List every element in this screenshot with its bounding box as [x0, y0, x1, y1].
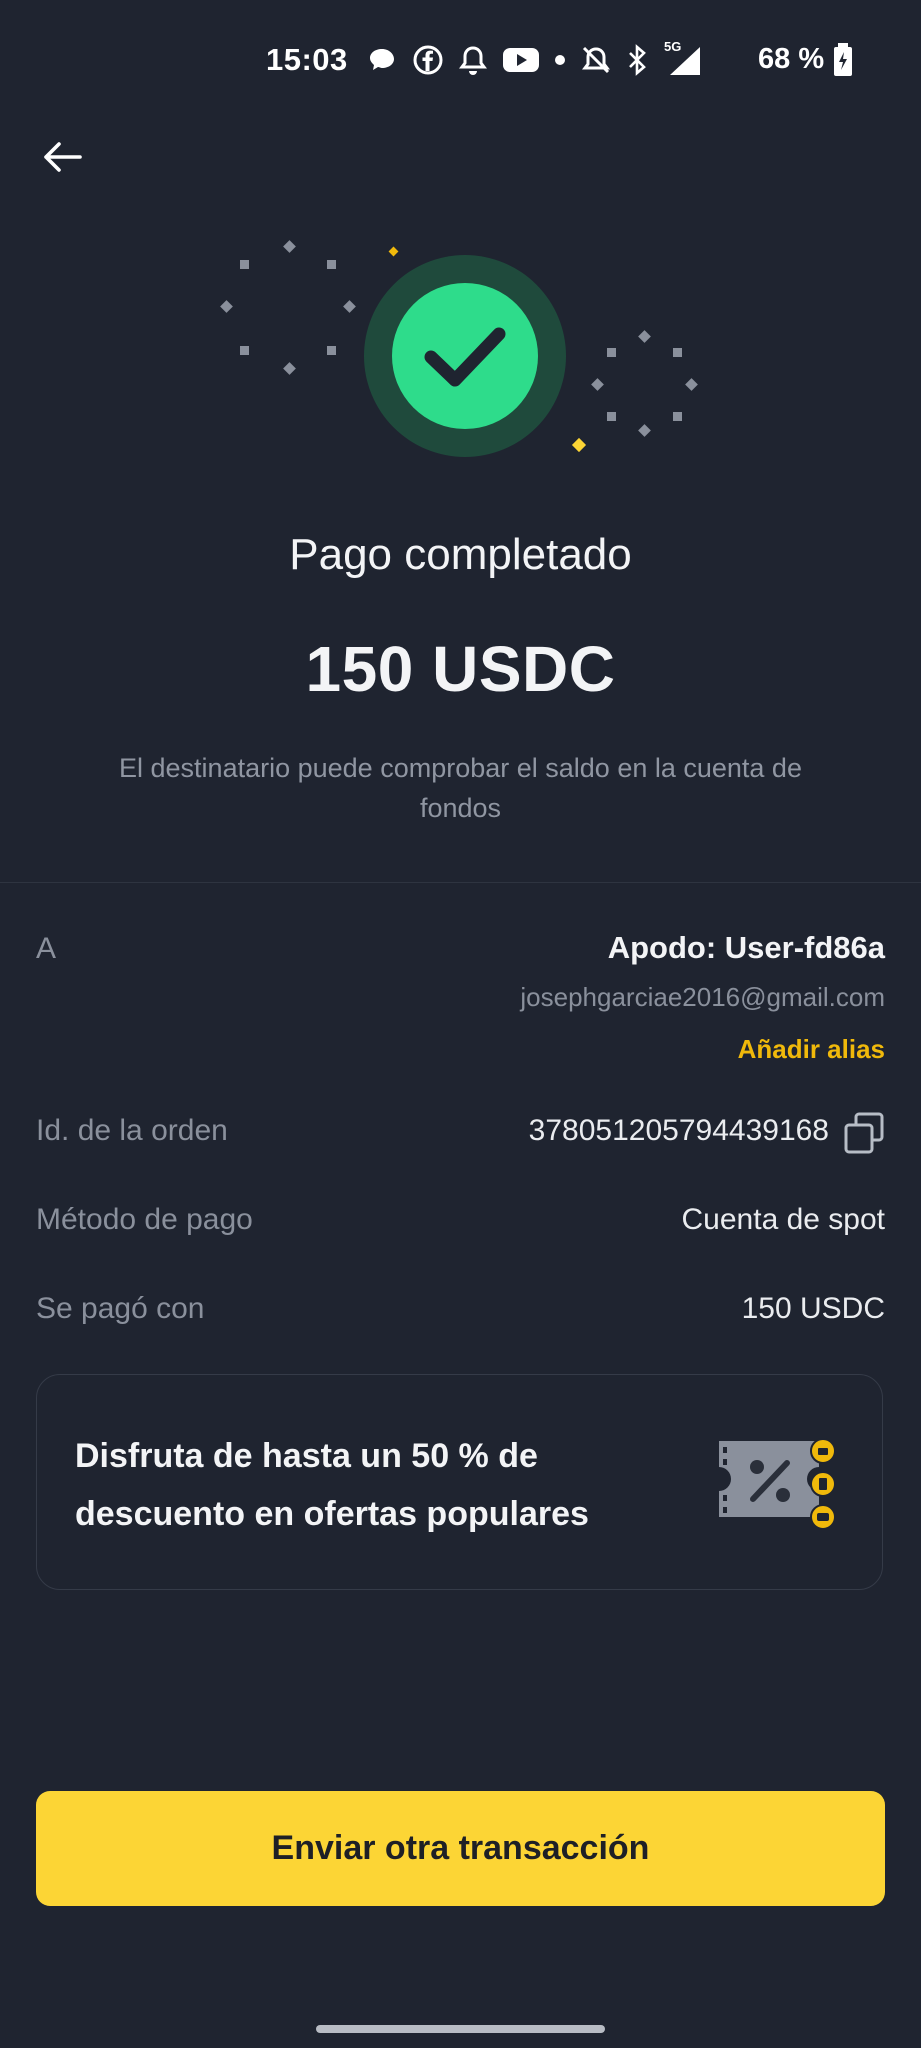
bell-icon [459, 46, 487, 75]
home-indicator[interactable] [316, 2025, 605, 2033]
battery-icon [834, 43, 852, 76]
signal-icon: 5G [662, 39, 702, 77]
paid-with-label: Se pagó con [36, 1292, 205, 1325]
recipient-email: josephgarciae2016@gmail.com [520, 982, 885, 1012]
copy-icon [844, 1112, 884, 1154]
divider [0, 882, 921, 883]
success-illustration [210, 228, 710, 468]
status-time: 15:03 [266, 42, 348, 77]
payment-method-label: Método de pago [36, 1203, 253, 1236]
promo-card[interactable]: Disfruta de hasta un 50 % de descuento e… [36, 1374, 883, 1590]
dot-icon [555, 55, 565, 65]
discount-ticket-icon [719, 1438, 836, 1530]
payment-method-value: Cuenta de spot [681, 1203, 885, 1236]
check-circle-icon [364, 255, 566, 457]
facebook-icon [413, 45, 443, 75]
recipient-label: A [36, 932, 57, 965]
payment-amount: 150 USDC [305, 633, 616, 705]
arrow-left-icon [44, 142, 82, 172]
promo-text: Disfruta de hasta un 50 % de descuento e… [75, 1437, 589, 1533]
order-id-value: 378051205794439168 [528, 1114, 829, 1147]
battery-percent: 68 % [758, 43, 825, 75]
copy-button[interactable] [843, 1111, 885, 1155]
send-another-transaction-button[interactable]: Enviar otra transacción [36, 1791, 885, 1906]
bell-off-icon [582, 46, 610, 74]
order-id-label: Id. de la orden [36, 1114, 228, 1147]
back-button[interactable] [34, 132, 90, 182]
add-alias-link[interactable]: Añadir alias [738, 1034, 885, 1065]
paid-with-value: 150 USDC [741, 1292, 885, 1325]
youtube-icon [503, 48, 539, 72]
payment-status-title: Pago completado [289, 530, 632, 579]
status-bar: 15:03 5G 68 % [0, 0, 921, 120]
payment-description: El destinatario puede comprobar el saldo… [119, 753, 802, 823]
bluetooth-icon [629, 44, 646, 76]
chat-bubble-icon [370, 49, 394, 70]
status-icons: 5G [366, 39, 714, 80]
recipient-nickname: Apodo: User-fd86a [607, 930, 885, 965]
